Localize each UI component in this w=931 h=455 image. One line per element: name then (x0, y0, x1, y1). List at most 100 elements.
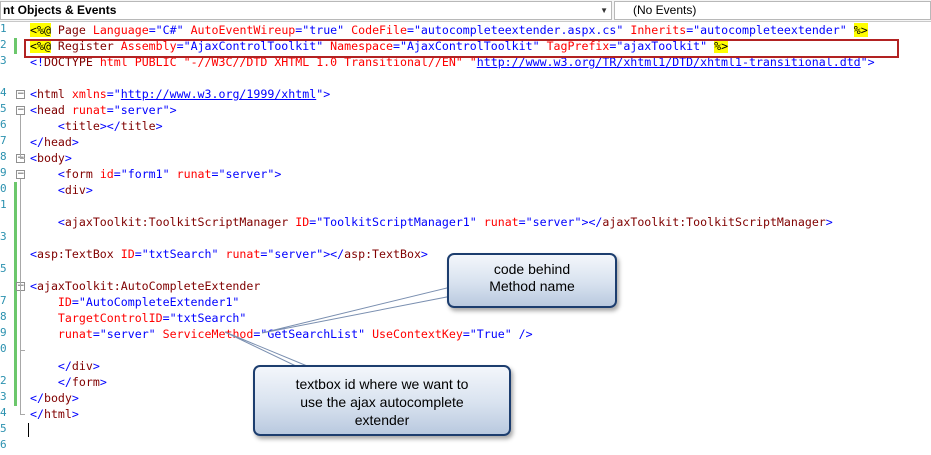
code-token: < (30, 103, 37, 117)
events-dropdown[interactable]: (No Events) (614, 1, 931, 20)
code-token: title (120, 119, 156, 133)
code-token: ="form1" (113, 167, 177, 181)
code-token: < (30, 167, 65, 181)
code-token: </ (30, 407, 44, 421)
line-number-gutter: 1 2 3 4 5 6 7 8 9 0 1 3 5 7 8 9 0 2 3 4 5 6 (0, 22, 12, 455)
code-line[interactable]: <html xmlns="http://www.w3.org/1999/xhtm… (30, 86, 330, 102)
code-token: ="server"></ (518, 215, 603, 229)
code-token: ="server"> (106, 103, 177, 117)
callout-text-line: use the ajax autocomplete (300, 394, 464, 410)
editor-navigation-bar: nt Objects & Events ▼ (No Events) (0, 0, 931, 22)
code-token: id (99, 167, 114, 181)
code-line[interactable]: ID="AutoCompleteExtender1" (30, 294, 240, 310)
code-token: > (99, 375, 107, 389)
code-token: html (36, 87, 65, 101)
code-token: UseContextKey (372, 327, 463, 341)
code-line[interactable]: <%@ Page Language="C#" AutoEventWireup="… (30, 22, 868, 38)
code-token: ="True" /> (462, 327, 533, 341)
line-number: 3 (0, 54, 7, 67)
register-directive-highlight (24, 39, 899, 58)
code-token: ></ (99, 119, 121, 133)
code-token: > (825, 215, 833, 229)
code-token: runat (176, 167, 212, 181)
code-token: </ (30, 391, 44, 405)
textbox-id-callout: textbox id where we want to use the ajax… (253, 365, 511, 436)
collapse-icon[interactable]: − (16, 90, 25, 99)
code-token: > (64, 151, 72, 165)
line-number: 5 (0, 422, 7, 435)
change-bar (14, 294, 17, 390)
code-token: =" (106, 87, 121, 101)
objects-events-label: nt Objects & Events (3, 3, 117, 17)
line-number: 0 (0, 182, 7, 195)
collapse-icon[interactable]: − (16, 170, 25, 179)
code-token: < (30, 247, 37, 261)
callout-text-line: code behind (493, 261, 571, 277)
line-number: 4 (0, 86, 7, 99)
code-token: "> (316, 87, 331, 101)
line-number: 5 (0, 262, 7, 275)
code-line[interactable]: </form> (30, 374, 107, 390)
code-token: > (155, 119, 163, 133)
code-token: body (36, 151, 65, 165)
code-token: < (30, 183, 65, 197)
code-token: div (71, 359, 93, 373)
code-line[interactable]: <ajaxToolkit:AutoCompleteExtender (30, 278, 260, 294)
code-token: ID (120, 247, 135, 261)
line-number: 4 (0, 406, 7, 419)
code-token: form (71, 375, 100, 389)
code-token: ="server" (92, 327, 163, 341)
code-token: ="GetSearchList" (253, 327, 373, 341)
code-token: < (30, 215, 65, 229)
code-line[interactable]: <title></title> (30, 118, 163, 134)
code-line[interactable]: </html> (30, 406, 79, 422)
code-token: ajaxToolkit:AutoCompleteExtender (36, 279, 261, 293)
code-token: ="server"></ (260, 247, 345, 261)
code-line[interactable]: <div> (30, 182, 93, 198)
callout-text-line: extender (354, 412, 410, 428)
code-token: > (71, 135, 79, 149)
code-token: ID (295, 215, 310, 229)
line-number: 2 (0, 38, 7, 51)
code-token: head (43, 135, 72, 149)
code-line[interactable]: <form id="form1" runat="server"> (30, 166, 281, 182)
line-number: 0 (0, 342, 7, 355)
code-token: ="server"> (211, 167, 282, 181)
line-number: 6 (0, 438, 7, 451)
line-number: 5 (0, 102, 7, 115)
code-token: runat (483, 215, 519, 229)
code-token: ="txtSearch" (134, 247, 226, 261)
events-label: (No Events) (633, 3, 697, 17)
code-line[interactable]: </div> (30, 358, 100, 374)
chevron-down-icon[interactable]: ▼ (600, 2, 608, 19)
code-token: < (30, 119, 65, 133)
code-token: asp:TextBox (344, 247, 421, 261)
objects-events-dropdown[interactable]: nt Objects & Events ▼ (0, 1, 612, 20)
code-token: body (43, 391, 72, 405)
line-number: 9 (0, 166, 7, 179)
code-line[interactable]: <ajaxToolkit:ToolkitScriptManager ID="To… (30, 214, 833, 230)
code-token: form (64, 167, 93, 181)
line-number: 3 (0, 390, 7, 403)
code-line[interactable]: </head> (30, 134, 79, 150)
code-token: ="true" (295, 23, 352, 37)
code-line[interactable]: <asp:TextBox ID="txtSearch" runat="serve… (30, 246, 428, 262)
code-line[interactable]: </body> (30, 390, 79, 406)
code-line[interactable]: TargetControlID="txtSearch" (30, 310, 246, 326)
code-token: ajaxToolkit:ToolkitScriptManager (64, 215, 289, 229)
line-number: 1 (0, 198, 7, 211)
code-token: < (30, 87, 37, 101)
code-token: head (36, 103, 65, 117)
method-name-callout: code behind Method name (447, 253, 617, 308)
code-line[interactable]: <head runat="server"> (30, 102, 177, 118)
callout-text-line: Method name (489, 278, 575, 294)
code-token: ="ToolkitScriptManager1" (309, 215, 484, 229)
code-token: ="autocompleteextender" (686, 23, 854, 37)
code-token: div (64, 183, 86, 197)
collapse-icon[interactable]: − (16, 106, 25, 115)
code-line[interactable]: <body> (30, 150, 72, 166)
code-line[interactable]: runat="server" ServiceMethod="GetSearchL… (30, 326, 533, 342)
